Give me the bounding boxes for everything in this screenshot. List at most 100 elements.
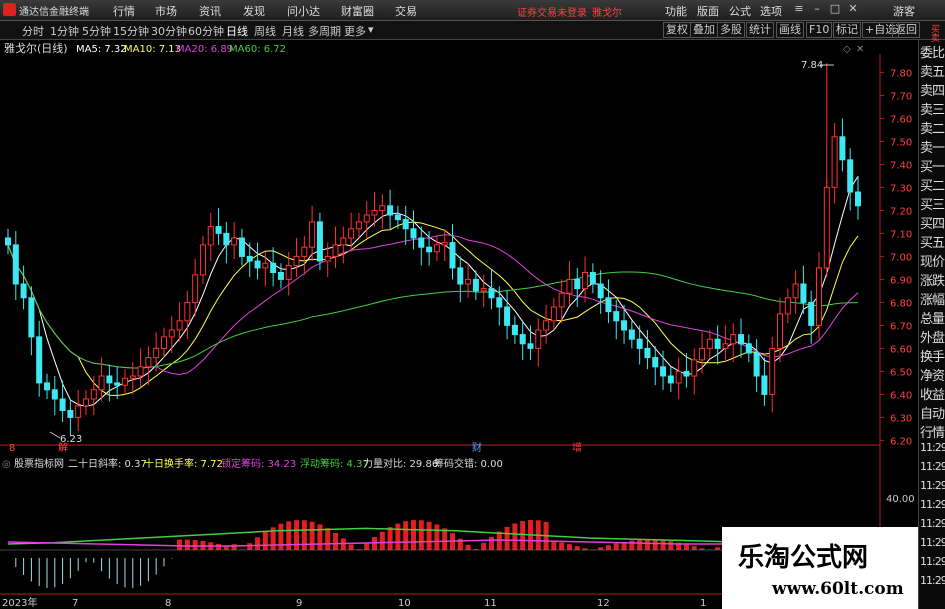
price-tick-label: 6.90 [890,275,912,286]
candle-body [254,260,261,269]
current-stock-link[interactable]: 雅戈尔 [592,4,622,19]
event-marker[interactable]: 增 [572,441,582,454]
watermark-url: www.60lt.com [772,579,904,599]
tool-multi-stock[interactable]: 多股 [717,22,745,38]
price-tick-label: 7.80 [890,68,912,79]
candle-body [784,297,791,315]
watermark-logo: 乐淘公式网 www.60lt.com [722,527,918,609]
indicator-bar [668,541,674,550]
event-marker[interactable]: 财 [472,441,482,454]
tool-overlay[interactable]: 叠加 [690,22,718,38]
candle-body [340,237,347,246]
candle-body [582,272,589,290]
candle-body [301,246,308,257]
indicator-bar [426,521,432,550]
candle-body [433,244,440,253]
candle-body [535,329,542,349]
indicator-bar [348,544,354,550]
price-tick-label: 7.10 [890,229,912,240]
tool-mark[interactable]: 标记 [833,22,861,38]
tool-restore-rights[interactable]: 复权 [663,22,691,38]
candle-body [496,297,503,308]
candle-body [246,255,253,262]
kline-chart[interactable]: 雅戈尔(日线) MA5: 7.32 MA10: 7.13 MA20: 6.89 … [0,40,918,609]
candle-body [379,205,386,211]
period-multi[interactable]: 多周期 [308,23,341,39]
close-panel-icon[interactable]: ✕ [856,44,864,55]
candle-body [465,278,472,285]
price-tick-label: 7.30 [890,183,912,194]
tool-stats[interactable]: 统计 [746,22,774,38]
period-15min[interactable]: 15分钟 [113,23,149,39]
indicator-bar [231,544,237,550]
menu-icon[interactable]: ≡ [792,2,806,16]
sidebar-item: 净资 [920,369,945,384]
candle-body [371,209,378,216]
candle-body [316,221,323,262]
indicator-bar [442,528,448,550]
indicator-bar [488,536,494,550]
tool-formula[interactable]: 公式 [729,3,751,19]
guest-label[interactable]: 游客 [893,3,915,19]
candle-body [223,232,230,246]
candle-body [808,301,815,326]
indicator-bar [574,546,580,550]
period-60min[interactable]: 60分钟 [188,23,224,39]
app-logo-icon [3,3,16,16]
turnover-readout: 十日换手率: 7.72 [144,457,223,470]
menu-discover[interactable]: 发现 [243,3,265,19]
period-30min[interactable]: 30分钟 [151,23,187,39]
period-tick[interactable]: 分时 [22,23,44,39]
menu-quotes[interactable]: 行情 [113,3,135,19]
menu-ask[interactable]: 问小达 [287,3,320,19]
candle-body [761,375,768,395]
indicator-bar [520,521,526,550]
candle-body [114,382,121,386]
menu-market[interactable]: 市场 [155,3,177,19]
indicator-name[interactable]: 股票指标网 [14,457,64,470]
indicator-bar [551,541,557,550]
candle-body [488,288,495,299]
period-more[interactable]: 更多 [344,23,366,39]
minimize-icon[interactable]: – [810,2,824,16]
event-marker[interactable]: 8 [9,443,15,454]
period-weekly[interactable]: 周线 [254,23,276,39]
login-warning[interactable]: 证券交易未登录 [517,4,587,19]
period-5min[interactable]: 5分钟 [82,23,111,39]
price-tick-label: 6.20 [890,436,912,447]
low-pointer [49,431,61,439]
candle-body [527,343,534,349]
diamond-icon[interactable]: ◇ [843,44,851,55]
tool-draw[interactable]: 画线 [776,22,804,38]
candle-body [543,320,550,331]
collapse-icon[interactable]: ◎ [2,459,11,470]
menu-news[interactable]: 资讯 [199,3,221,19]
tool-layout[interactable]: 版面 [697,3,719,19]
sidebar-item: 卖三 [920,103,945,118]
indicator-bar [512,523,518,550]
tool-options[interactable]: 选项 [760,3,782,19]
period-daily[interactable]: 日线 [226,23,248,39]
tool-f10[interactable]: F10 [806,22,833,38]
candle-body [106,375,113,384]
period-monthly[interactable]: 月线 [282,23,304,39]
candle-body [566,278,573,294]
indicator-bar [652,539,658,550]
tool-function[interactable]: 功能 [665,3,687,19]
candle-body [691,359,698,377]
indicator-bar [403,521,409,550]
price-tick-label: 7.00 [890,252,912,263]
indicator-bar [387,527,393,550]
period-1min[interactable]: 1分钟 [50,23,79,39]
candle-body [20,283,27,299]
tool-back[interactable]: 返回 [892,22,920,38]
event-marker[interactable]: 解 [58,441,68,454]
candle-body [145,357,152,368]
candle-body [332,244,339,257]
close-icon[interactable]: ✕ [846,2,860,16]
maximize-icon[interactable]: □ [828,2,842,16]
indicator-bar [434,524,440,550]
chevron-down-icon[interactable]: ▾ [368,23,374,36]
menu-trade[interactable]: 交易 [395,3,417,19]
menu-wealth[interactable]: 财富圈 [341,3,374,19]
